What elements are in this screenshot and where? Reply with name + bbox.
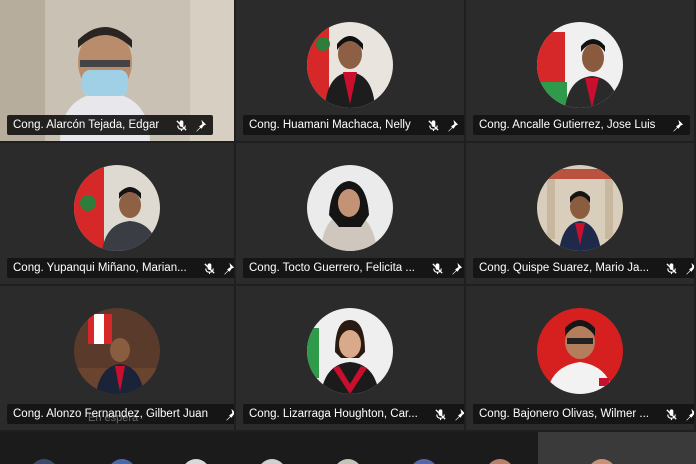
participant-name: Cong. Lizarraga Houghton, Car... [249, 408, 418, 420]
participant-avatar [537, 22, 623, 108]
participant-nameplate: Cong. Lizarraga Houghton, Car... [243, 404, 464, 424]
participant-avatar [307, 22, 393, 108]
participant-tile[interactable]: Cong. Tocto Guerrero, Felicita ... [236, 143, 466, 286]
participant-name: Cong. Huamani Machaca, Nelly [249, 119, 411, 131]
participant-nameplate: Cong. Alarcón Tejada, Edgar [7, 115, 214, 135]
video-grid: Cong. Alarcón Tejada, Edgar Cong. Huaman… [0, 0, 696, 432]
participant-nameplate: Cong. Tocto Guerrero, Felicita ... [243, 258, 464, 278]
participant-avatar [307, 165, 393, 251]
participant-nameplate: Cong. Yupanqui Miñano, Marian... [7, 258, 234, 278]
participant-tile[interactable]: Cong. Huamani Machaca, Nelly [236, 0, 466, 143]
participant-avatar [74, 165, 160, 251]
participant-nameplate: Cong. Huamani Machaca, Nelly [243, 115, 464, 135]
pin-icon[interactable] [671, 119, 684, 132]
participant-tile[interactable]: Cong. Bajonero Olivas, Wilmer ... [466, 286, 696, 432]
thumbnail-avatar[interactable] [486, 459, 514, 464]
participant-nameplate: Cong. Quispe Suarez, Mario Ja... [473, 258, 694, 278]
thumbnail-strip[interactable] [0, 432, 696, 464]
participant-nameplate: Cong. Ancalle Gutierrez, Jose Luis [473, 115, 691, 135]
participant-avatar [74, 308, 160, 394]
participant-tile[interactable]: Cong. Alarcón Tejada, Edgar [0, 0, 236, 143]
pin-icon[interactable] [450, 262, 463, 275]
participant-name: Cong. Bajonero Olivas, Wilmer ... [479, 408, 650, 420]
participant-name: Cong. Alarcón Tejada, Edgar [13, 119, 160, 131]
microphone-muted-icon [665, 262, 678, 275]
participant-tile[interactable]: Cong. Quispe Suarez, Mario Ja... [466, 143, 696, 286]
thumbnail-avatar[interactable] [258, 459, 286, 464]
participant-name: Cong. Quispe Suarez, Mario Ja... [479, 262, 650, 274]
pin-icon[interactable] [224, 408, 234, 421]
thumbnail-panel [538, 432, 696, 464]
participant-tile[interactable]: Cong. Alonzo Fernandez, Gilbert Juan [0, 286, 236, 432]
microphone-muted-icon [665, 408, 678, 421]
thumbnail-avatar[interactable] [182, 459, 210, 464]
participant-avatar [537, 165, 623, 251]
participant-avatar [537, 308, 623, 394]
microphone-muted-icon [427, 119, 440, 132]
pin-icon[interactable] [446, 119, 459, 132]
participant-name: Cong. Ancalle Gutierrez, Jose Luis [479, 119, 656, 131]
pin-icon[interactable] [684, 408, 694, 421]
participant-tile[interactable]: Cong. Yupanqui Miñano, Marian... [0, 143, 236, 286]
participant-name: Cong. Yupanqui Miñano, Marian... [13, 262, 187, 274]
pin-icon[interactable] [222, 262, 234, 275]
microphone-muted-icon [431, 262, 444, 275]
microphone-muted-icon [175, 119, 188, 132]
pin-icon[interactable] [194, 119, 207, 132]
participant-avatar [307, 308, 393, 394]
thumbnail-avatar[interactable] [410, 459, 438, 464]
pin-icon[interactable] [453, 408, 464, 421]
participant-name: Cong. Tocto Guerrero, Felicita ... [249, 262, 415, 274]
participant-tile[interactable]: Cong. Lizarraga Houghton, Car... [236, 286, 466, 432]
waiting-overlay-text: En espera [88, 412, 139, 424]
microphone-muted-icon [203, 262, 216, 275]
participant-tile[interactable]: Cong. Ancalle Gutierrez, Jose Luis [466, 0, 696, 143]
thumbnail-avatar[interactable] [588, 459, 616, 464]
pin-icon[interactable] [684, 262, 694, 275]
thumbnail-avatar[interactable] [334, 459, 362, 464]
participant-nameplate: Cong. Bajonero Olivas, Wilmer ... [473, 404, 694, 424]
microphone-muted-icon [434, 408, 447, 421]
thumbnail-avatar[interactable] [30, 459, 58, 464]
thumbnail-avatar[interactable] [108, 459, 136, 464]
